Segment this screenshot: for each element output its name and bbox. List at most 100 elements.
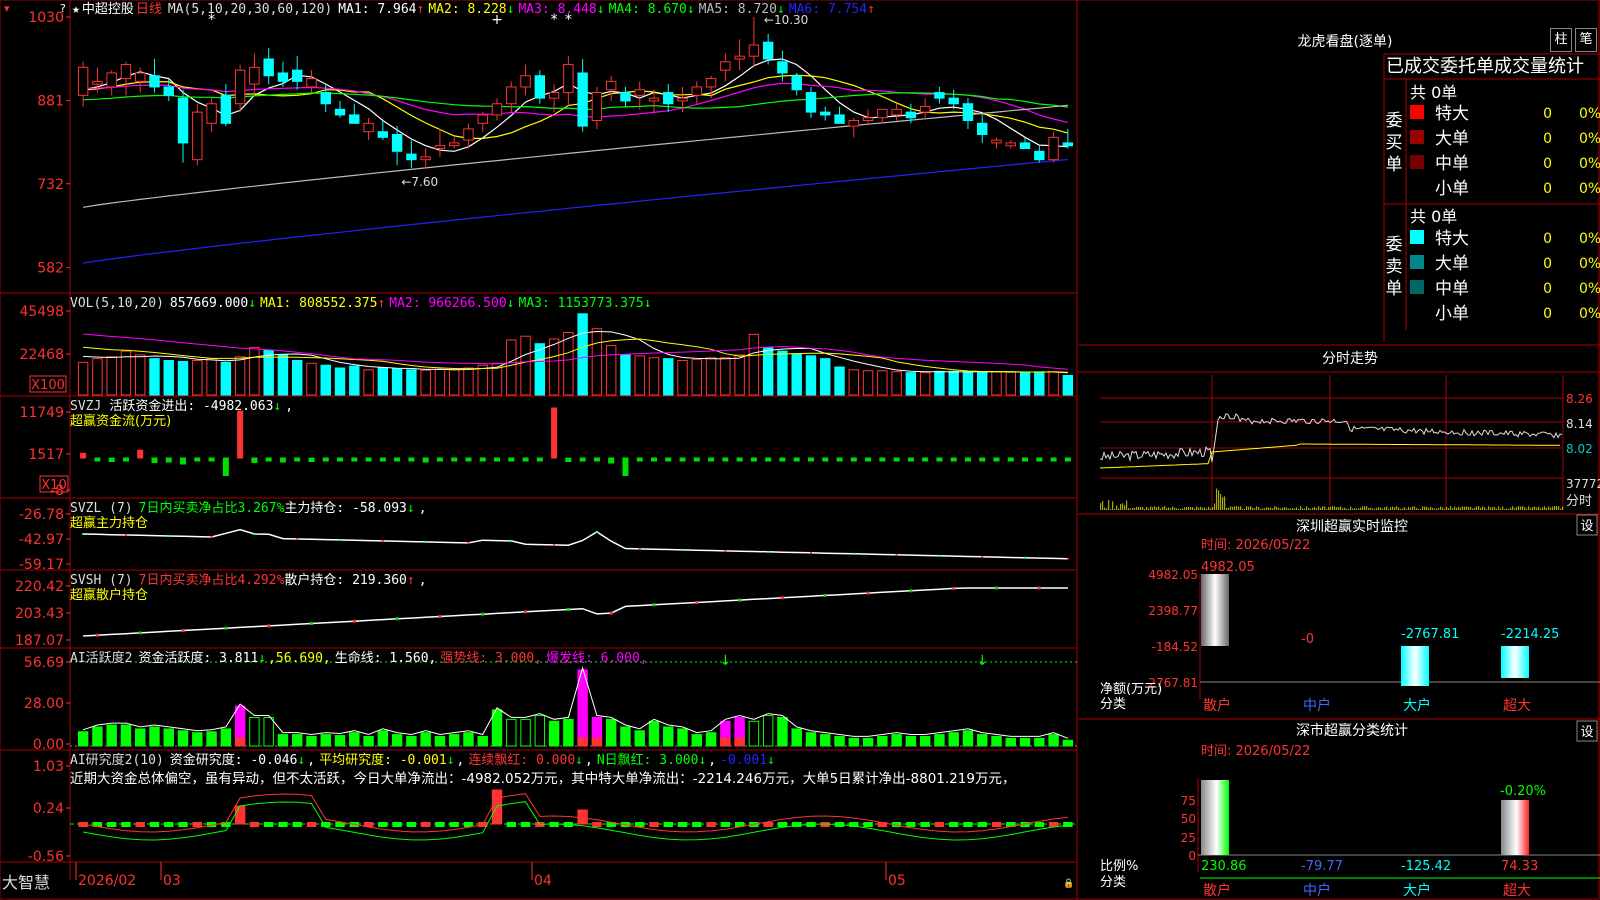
minute-volume-bar [1352,508,1354,510]
buy-row-name: 大单 [1435,129,1469,149]
sz-category: 中户 [1303,697,1331,714]
volume-bar-up [563,331,574,396]
sm-top-label: -0.20% [1500,784,1546,799]
minute-volume-bar [1456,507,1458,510]
svzl-dot [681,548,684,551]
down-icon: ↓ [507,296,515,311]
svsh-dot [952,586,956,590]
volume-bar-down [149,358,160,396]
sz-y-tick: 4982.05 [1148,568,1198,582]
tick-view-button[interactable]: 笔 [1575,28,1597,52]
flow-bar-out [736,457,743,462]
volume-bar-up [306,362,317,396]
minute-volume-bar [1312,507,1314,510]
minute-volume-bar [1550,507,1552,510]
volume-bar-down [391,368,403,396]
minute-price-line [1099,413,1563,463]
sz-bar [1201,574,1229,646]
activity-bar [620,726,631,747]
minute-volume-bar [1314,507,1316,510]
svzl-dot [167,534,170,537]
sell-orders-label: 单 [1386,279,1403,299]
svzl-dot [938,554,941,557]
order-tabs: 已成交委托单成交量统计 [1386,56,1584,77]
flow-bar-out [451,457,458,462]
candle-body-up [877,108,888,119]
candle-body-down [762,41,774,60]
volume-bar-up [848,369,860,396]
minute-volume-bar [1338,507,1340,510]
svzl-dot [210,535,213,538]
volume-bar-down [1019,371,1031,396]
candle-body-down [791,75,802,91]
svzl-dot [467,541,470,544]
minute-volume-bar [1404,507,1406,510]
activity-bar [691,734,703,747]
activity-bar [349,732,360,747]
minute-volume-bar [1558,506,1560,510]
minute-volume-bar [1136,506,1138,510]
candle-body-down [805,92,817,113]
minute-volume-bar [1556,506,1558,510]
svzl-dot [724,549,727,552]
volume-bar-down [948,370,959,396]
header-text: MA5: 8.720 [699,2,777,17]
flow-bar-out [322,457,329,462]
flow-bar-out [208,457,215,462]
minute-volume-bar [1536,507,1538,510]
flow-bar-out [650,457,657,462]
minute-volume-bar [1292,508,1294,510]
minute-volume-bar [1462,506,1464,510]
minute-volume-bar [1506,508,1508,510]
sm-category: 超大 [1503,883,1531,899]
minute-volume-bar [1218,490,1220,510]
y-tick-label: 732 [37,177,64,193]
minute-volume-bar [1154,506,1156,510]
minute-volume-bar [1238,506,1240,510]
minute-volume-bar [1146,507,1148,510]
y-tick-label: 1030 [28,10,64,26]
activity-bar-hollow [762,715,774,747]
minute-volume-bar [1412,506,1414,510]
minute-volume-bar [1118,508,1120,510]
svsh-label: SVSH (7) [70,573,133,588]
flow-bar-out [636,457,643,462]
minute-volume-bar [1162,506,1164,510]
y-tick-label: 0.24 [33,801,64,817]
flow-bar-out [294,457,301,462]
research-bar [506,822,516,827]
minute-volume-bar [1548,506,1550,510]
minute-volume-bar [1270,507,1272,510]
research-bar [863,822,873,827]
header-text: -0.001 [720,753,767,768]
flow-bar-out [693,457,700,462]
minute-volume-bar [1496,508,1498,510]
svsh-dot [181,629,185,633]
y-tick-label: 187.07 [15,633,64,649]
activity-bar [648,720,660,747]
minute-volume-bar [1410,507,1412,510]
column-view-button[interactable]: 柱 [1550,28,1572,52]
candle-body-up [92,80,103,85]
research-bar [192,822,203,827]
sz-y-tick: 2398.77 [1148,604,1198,618]
activity-bar [434,736,446,747]
sell-row-pct: 0% [1579,281,1600,297]
down-icon: ↓ [297,753,305,768]
buy-row-name: 小单 [1435,179,1469,199]
y-tick-label: 1.03 [33,759,64,775]
buy-orders-label: 买 [1386,133,1403,153]
main-chart-svg[interactable]: 1030881732582←10.30←7.60* + * *★ 中超控股 日线 MA(5,… [0,0,1600,900]
svsh-dot [652,603,656,607]
down-icon: ↓ [698,753,706,768]
flow-bar-in [237,410,244,459]
minute-volume-bar [1128,507,1130,510]
activity-bar [306,736,317,747]
volume-bar-up [135,354,146,396]
svzl-dot [981,555,984,558]
minute-volume-bar [1164,506,1166,510]
activity-bar [106,724,117,747]
flow-bar-out [979,457,986,462]
volume-bar-up [591,328,603,396]
header-text: 生命线: 1.560, [335,650,437,666]
